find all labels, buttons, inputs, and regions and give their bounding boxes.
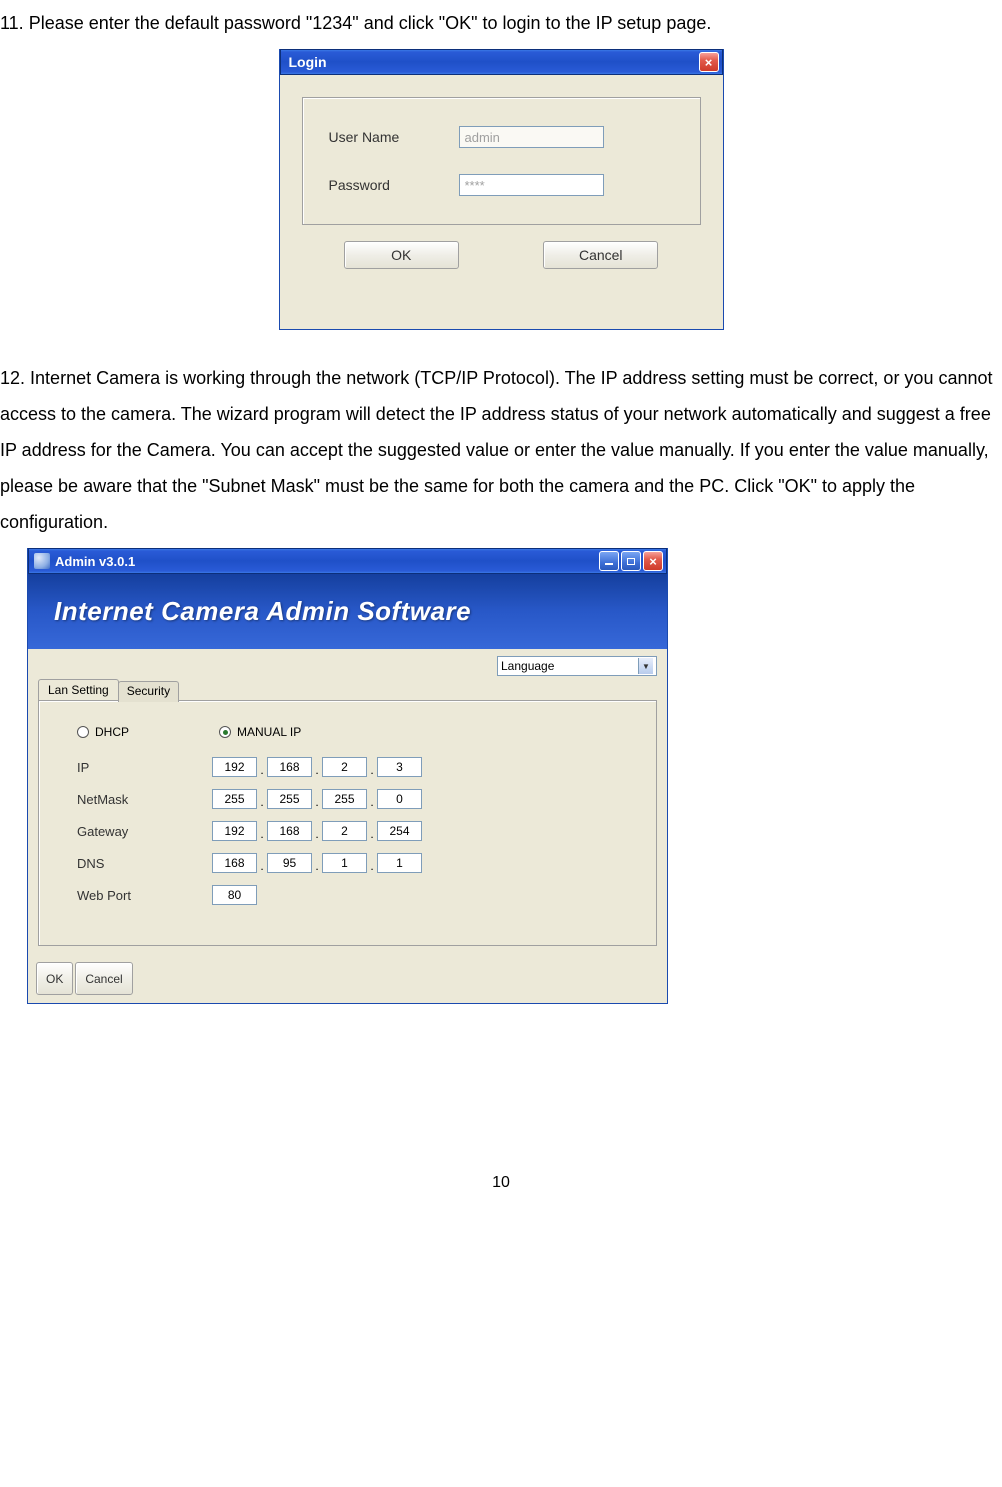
step-11-text: 11. Please enter the default password "1… bbox=[0, 5, 1002, 41]
dns-octet-2[interactable]: 95 bbox=[267, 853, 312, 873]
chevron-down-icon: ▼ bbox=[638, 658, 653, 674]
gateway-octet-3[interactable]: 2 bbox=[322, 821, 367, 841]
admin-window: Admin v3.0.1 × Internet Camera Admin Sof… bbox=[27, 548, 668, 1004]
step-11-body: Please enter the default password "1234"… bbox=[29, 13, 712, 33]
close-icon: × bbox=[705, 55, 713, 70]
close-icon: × bbox=[649, 554, 657, 569]
admin-banner: Internet Camera Admin Software bbox=[28, 574, 667, 649]
admin-titlebar[interactable]: Admin v3.0.1 × bbox=[28, 548, 667, 574]
ip-label: IP bbox=[77, 760, 212, 775]
step-12-body: Internet Camera is working through the n… bbox=[0, 368, 993, 532]
radio-manual-label: MANUAL IP bbox=[237, 725, 301, 739]
radio-checked-icon bbox=[223, 730, 228, 735]
radio-icon bbox=[219, 726, 231, 738]
login-titlebar[interactable]: Login × bbox=[280, 49, 723, 75]
netmask-octet-2[interactable]: 255 bbox=[267, 789, 312, 809]
login-dialog: Login × User Name Password OK Cancel bbox=[279, 49, 724, 330]
password-input[interactable] bbox=[459, 174, 604, 196]
lan-setting-panel: DHCP MANUAL IP IP 192. 168. 2. 3 NetMask bbox=[38, 700, 657, 946]
ip-octet-1[interactable]: 192 bbox=[212, 757, 257, 777]
netmask-octet-1[interactable]: 255 bbox=[212, 789, 257, 809]
dns-octet-1[interactable]: 168 bbox=[212, 853, 257, 873]
username-input[interactable] bbox=[459, 126, 604, 148]
close-button[interactable]: × bbox=[699, 52, 719, 72]
step-12-text: 12. Internet Camera is working through t… bbox=[0, 360, 1002, 540]
ip-octet-2[interactable]: 168 bbox=[267, 757, 312, 777]
step-11-num: 11. bbox=[0, 13, 24, 33]
ip-octet-3[interactable]: 2 bbox=[322, 757, 367, 777]
tab-lan-setting[interactable]: Lan Setting bbox=[38, 679, 119, 700]
dns-octet-3[interactable]: 1 bbox=[322, 853, 367, 873]
radio-dhcp-label: DHCP bbox=[95, 725, 129, 739]
netmask-octet-3[interactable]: 255 bbox=[322, 789, 367, 809]
language-select[interactable]: Language ▼ bbox=[497, 656, 657, 676]
admin-close-button[interactable]: × bbox=[643, 551, 663, 571]
username-label: User Name bbox=[329, 129, 459, 145]
cancel-button[interactable]: Cancel bbox=[543, 241, 658, 269]
admin-ok-button[interactable]: OK bbox=[36, 962, 73, 995]
page-number: 10 bbox=[0, 1174, 1002, 1192]
app-icon bbox=[34, 553, 50, 569]
ok-button[interactable]: OK bbox=[344, 241, 459, 269]
netmask-label: NetMask bbox=[77, 792, 212, 807]
ip-octet-4[interactable]: 3 bbox=[377, 757, 422, 777]
minimize-icon bbox=[605, 563, 613, 565]
radio-dhcp[interactable]: DHCP bbox=[77, 725, 129, 739]
maximize-icon bbox=[627, 558, 635, 565]
dns-label: DNS bbox=[77, 856, 212, 871]
maximize-button[interactable] bbox=[621, 551, 641, 571]
language-selected: Language bbox=[501, 659, 554, 673]
webport-input[interactable]: 80 bbox=[212, 885, 257, 905]
admin-cancel-button[interactable]: Cancel bbox=[75, 962, 132, 995]
radio-manual-ip[interactable]: MANUAL IP bbox=[219, 725, 301, 739]
tab-security[interactable]: Security bbox=[118, 681, 179, 702]
login-form-panel: User Name Password bbox=[302, 97, 701, 225]
admin-title: Admin v3.0.1 bbox=[55, 554, 599, 569]
webport-label: Web Port bbox=[77, 888, 212, 903]
step-12-num: 12. bbox=[0, 368, 25, 388]
gateway-octet-1[interactable]: 192 bbox=[212, 821, 257, 841]
dns-octet-4[interactable]: 1 bbox=[377, 853, 422, 873]
password-label: Password bbox=[329, 177, 459, 193]
minimize-button[interactable] bbox=[599, 551, 619, 571]
gateway-label: Gateway bbox=[77, 824, 212, 839]
login-title: Login bbox=[289, 54, 699, 70]
netmask-octet-4[interactable]: 0 bbox=[377, 789, 422, 809]
gateway-octet-2[interactable]: 168 bbox=[267, 821, 312, 841]
radio-icon bbox=[77, 726, 89, 738]
gateway-octet-4[interactable]: 254 bbox=[377, 821, 422, 841]
